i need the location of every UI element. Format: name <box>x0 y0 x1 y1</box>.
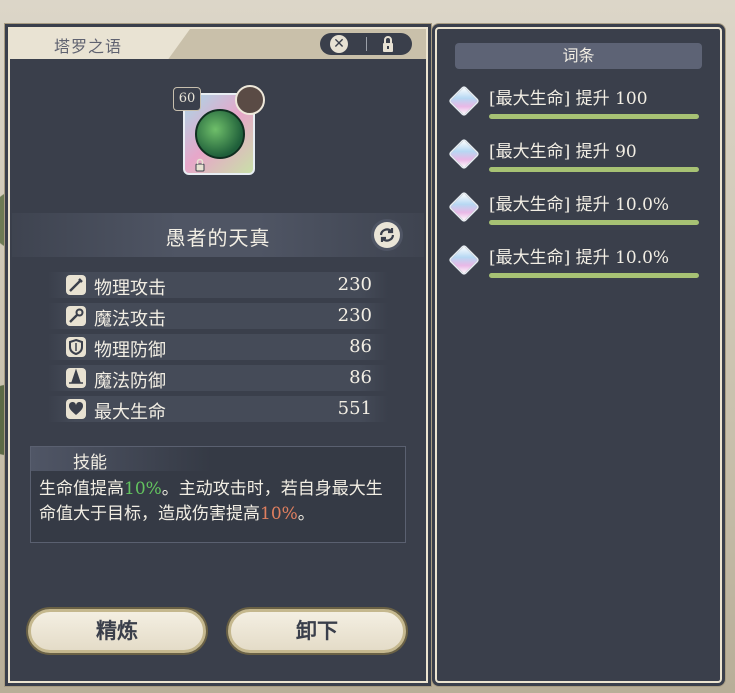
sword-icon <box>66 275 86 295</box>
panel-header: 塔罗之语 ✕ <box>10 29 426 59</box>
affix-progress-fill <box>489 220 699 225</box>
affix-text: [最大生命] 提升 100 <box>489 89 648 109</box>
affix-item: [最大生命] 提升 10.0% <box>448 243 709 283</box>
affix-text: [最大生命] 提升 90 <box>489 142 637 162</box>
category-title: 塔罗之语 <box>54 37 123 56</box>
unequip-button[interactable]: 卸下 <box>228 609 406 653</box>
stat-value: 86 <box>349 336 372 357</box>
affix-progress-fill <box>489 167 699 172</box>
stats-list: 物理攻击 230 魔法攻击 230 物理防御 86 魔法防御 86 最大生命 5… <box>48 272 388 427</box>
item-name: 愚者的天真 <box>165 226 271 250</box>
heart-icon <box>66 399 86 419</box>
skill-desc-text: 。 <box>297 504 315 524</box>
stat-row-max-hp: 最大生命 551 <box>48 396 388 423</box>
item-detail-panel: 塔罗之语 ✕ 60 愚者的天真 物理攻击 230 魔法攻击 230 物理防御 8… <box>8 27 428 683</box>
skill-title: 技能 <box>73 453 107 473</box>
skill-box: 技能 生命值提高10%。主动攻击时，若自身最大生命值大于目标，造成伤害提高10%… <box>30 446 406 543</box>
affix-progress-bar <box>489 167 699 172</box>
skill-highlight-value: 10% <box>124 479 162 499</box>
skill-highlight-value: 10% <box>260 504 298 524</box>
stat-row-physical-defense: 物理防御 86 <box>48 334 388 361</box>
affix-progress-bar <box>489 273 699 278</box>
stat-label: 物理攻击 <box>94 278 166 299</box>
affix-text: [最大生命] 提升 10.0% <box>489 248 670 268</box>
level-badge: 60 <box>173 87 201 111</box>
skill-desc-text: 生命值提高 <box>39 479 124 499</box>
affix-gem-icon <box>448 191 480 223</box>
affix-text: [最大生命] 提升 10.0% <box>489 195 670 215</box>
affix-item: [最大生命] 提升 10.0% <box>448 190 709 230</box>
swap-icon[interactable] <box>374 222 400 248</box>
stat-value: 551 <box>337 398 372 419</box>
stat-value: 230 <box>337 274 372 295</box>
affix-progress-fill <box>489 114 699 119</box>
stat-label: 魔法防御 <box>94 371 166 392</box>
affix-gem-icon <box>448 138 480 170</box>
affix-progress-bar <box>489 114 699 119</box>
affix-header: 词条 <box>455 43 702 69</box>
stat-value: 230 <box>337 305 372 326</box>
category-tab: 塔罗之语 <box>10 29 190 59</box>
skill-description: 生命值提高10%。主动攻击时，若自身最大生命值大于目标，造成伤害提高10%。 <box>39 477 394 527</box>
affix-item: [最大生命] 提升 100 <box>448 84 709 124</box>
stat-label: 最大生命 <box>94 402 166 423</box>
affix-item: [最大生命] 提升 90 <box>448 137 709 177</box>
shield-icon <box>66 337 86 357</box>
affix-progress-bar <box>489 220 699 225</box>
discard-icon[interactable]: ✕ <box>330 35 348 53</box>
stat-row-magic-attack: 魔法攻击 230 <box>48 303 388 330</box>
affix-progress-fill <box>489 273 699 278</box>
lock-icon[interactable] <box>378 35 398 53</box>
fool-emblem-icon <box>195 109 245 159</box>
header-controls: ✕ <box>320 33 412 55</box>
stat-value: 86 <box>349 367 372 388</box>
divider <box>366 37 367 51</box>
affix-panel: 词条 [最大生命] 提升 100 [最大生命] 提升 90 [最大生命] 提升 … <box>435 27 722 683</box>
affix-gem-icon <box>448 85 480 117</box>
owner-avatar-icon <box>235 85 265 115</box>
stat-label: 魔法攻击 <box>94 309 166 330</box>
skill-title-band: 技能 <box>31 447 211 473</box>
staff-icon <box>66 306 86 326</box>
stat-row-magic-defense: 魔法防御 86 <box>48 365 388 392</box>
witch-hat-icon <box>66 368 86 388</box>
stat-label: 物理防御 <box>94 340 166 361</box>
item-name-band: 愚者的天真 <box>12 213 424 257</box>
item-icon-frame[interactable]: 60 <box>173 85 265 177</box>
item-lock-icon <box>193 157 207 172</box>
refine-button[interactable]: 精炼 <box>28 609 206 653</box>
stat-row-physical-attack: 物理攻击 230 <box>48 272 388 299</box>
affix-gem-icon <box>448 244 480 276</box>
